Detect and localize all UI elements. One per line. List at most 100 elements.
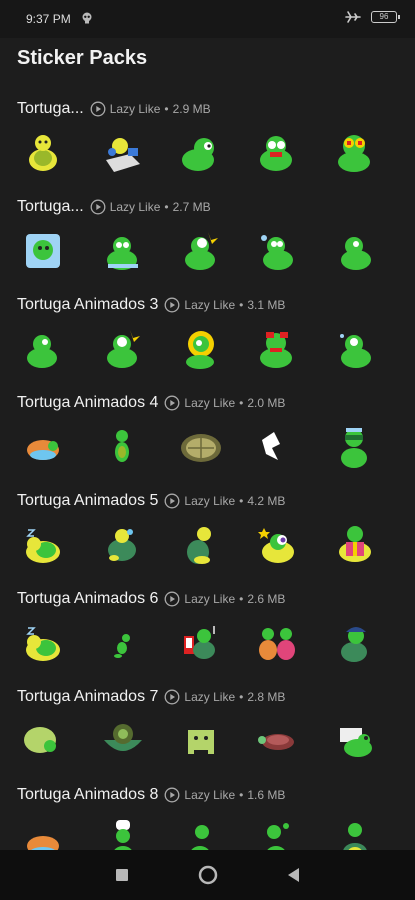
sticker-turtle-music — [184, 626, 215, 659]
pack-size: 2.0 MB — [247, 396, 286, 410]
square-icon[interactable] — [111, 864, 133, 886]
sticker-turtle-shell-orange — [27, 836, 59, 850]
airplane-icon — [345, 11, 361, 23]
sticker-turtle-sitting — [29, 135, 57, 171]
pack-name: Tortuga Animados 4 — [17, 394, 159, 411]
play-circle-icon — [164, 689, 180, 705]
sticker-turtle-tiny — [114, 634, 130, 658]
sticker-tray — [0, 228, 415, 278]
pack-size: 4.2 MB — [247, 494, 286, 508]
sticker-tray — [0, 522, 415, 572]
sticker-pack-list[interactable]: Tortuga... Lazy Like • 2.9 MB Tortuga...… — [0, 90, 415, 850]
sticker-white-shape — [262, 432, 280, 460]
pack-header: Tortuga Animados 3 Lazy Like • 3.1 MB — [17, 294, 285, 316]
system-navigation-bar — [0, 850, 415, 900]
sticker-turtle-sunglasses — [341, 428, 367, 468]
pack-name: Tortuga Animados 8 — [17, 786, 159, 803]
sticker-pack-row[interactable]: Tortuga Animados 7 Lazy Like • 2.8 MB — [0, 678, 415, 776]
pack-size: 2.9 MB — [172, 102, 211, 116]
play-circle-icon — [164, 493, 180, 509]
page-title: Sticker Packs — [17, 47, 148, 69]
sticker-turtle-dizzy — [261, 235, 293, 270]
pack-author: Lazy Like — [184, 298, 236, 312]
sticker-turtle-wave — [267, 823, 289, 850]
sticker-tray — [0, 718, 415, 768]
pack-header: Tortuga Animados 7 Lazy Like • 2.8 MB — [17, 686, 285, 708]
pack-size: 1.6 MB — [247, 788, 286, 802]
sticker-turtle-shell-red — [258, 734, 294, 750]
pack-name: Tortuga Animados 3 — [17, 296, 159, 313]
sticker-turtle-note — [340, 728, 372, 757]
sticker-turtle-starburst — [107, 330, 140, 368]
sticker-turtle-frozen — [26, 234, 60, 268]
sticker-pack-row[interactable]: Tortuga Animados 6 Lazy Like • 2.6 MB — [0, 580, 415, 678]
triangle-back-icon[interactable] — [283, 864, 305, 886]
sticker-tray — [0, 130, 415, 180]
sticker-turtle-cold — [107, 237, 138, 270]
pack-name: Tortuga Animados 5 — [17, 492, 159, 509]
sticker-turtle-shell-orange — [27, 440, 59, 460]
pack-author: Lazy Like — [184, 592, 236, 606]
sticker-tray — [0, 816, 415, 850]
sticker-pack-row[interactable]: Tortuga Animados 5 Lazy Like • 4.2 MB — [0, 482, 415, 580]
sticker-tray — [0, 326, 415, 376]
sticker-turtle-walk — [187, 527, 211, 564]
pack-author: Lazy Like — [109, 200, 161, 214]
meta-separator: • — [239, 494, 244, 508]
sticker-turtle-laptop — [106, 138, 140, 172]
sticker-turtle-angry — [260, 332, 292, 368]
sticker-pack-row[interactable]: Tortuga Animados 4 Lazy Like • 2.0 MB — [0, 384, 415, 482]
pack-size: 3.1 MB — [247, 298, 286, 312]
pack-header: Tortuga... Lazy Like • 2.9 MB — [17, 98, 211, 120]
sticker-turtle-money-eyes — [338, 135, 370, 172]
meta-separator: • — [239, 396, 244, 410]
play-circle-icon — [164, 297, 180, 313]
sticker-turtle-small — [115, 430, 129, 462]
meta-separator: • — [239, 788, 244, 802]
pack-name: Tortuga Animados 7 — [17, 688, 159, 705]
sticker-turtle-bowl — [104, 724, 142, 751]
pack-header: Tortuga Animados 6 Lazy Like • 2.6 MB — [17, 588, 285, 610]
sticker-turtle-cap — [341, 627, 367, 662]
skull-icon — [82, 12, 92, 24]
sticker-turtle-sleepy — [26, 627, 60, 661]
pack-author: Lazy Like — [184, 690, 236, 704]
pack-author: Lazy Like — [184, 494, 236, 508]
sticker-pack-row[interactable]: Tortuga Animados 3 Lazy Like • 3.1 MB — [0, 286, 415, 384]
sticker-turtle-sleepy — [26, 529, 60, 563]
pack-author: Lazy Like — [184, 396, 236, 410]
pack-header: Tortuga Animados 8 Lazy Like • 1.6 MB — [17, 784, 285, 806]
play-circle-icon — [90, 199, 106, 215]
play-circle-icon — [164, 591, 180, 607]
sticker-pack-row[interactable]: Tortuga... Lazy Like • 2.7 MB — [0, 188, 415, 286]
play-circle-icon — [90, 101, 106, 117]
meta-separator: • — [164, 102, 169, 116]
sticker-turtle-shell — [181, 434, 221, 462]
pack-size: 2.6 MB — [247, 592, 286, 606]
sticker-turtle-big-eyes — [258, 528, 294, 563]
sticker-pack-row[interactable]: Tortuga Animados 8 Lazy Like • 1.6 MB — [0, 776, 415, 850]
sticker-pack-row[interactable]: Tortuga... Lazy Like • 2.9 MB — [0, 90, 415, 188]
battery-level: 96 — [379, 12, 389, 21]
pack-name: Tortuga... — [17, 198, 84, 215]
meta-separator: • — [164, 200, 169, 214]
sticker-turtle-shocked — [260, 136, 292, 171]
sticker-turtle-chef — [114, 820, 132, 850]
meta-separator: • — [239, 298, 244, 312]
sticker-turtle-sparkle — [340, 334, 371, 368]
sticker-tray — [0, 424, 415, 474]
sticker-turtle-back — [343, 823, 367, 850]
pack-name: Tortuga Animados 6 — [17, 590, 159, 607]
pack-header: Tortuga Animados 4 Lazy Like • 2.0 MB — [17, 392, 285, 414]
circle-icon[interactable] — [197, 864, 219, 886]
sticker-turtle-starburst — [185, 232, 218, 270]
sticker-turtle-block — [188, 730, 214, 754]
battery-icon: 96 — [371, 11, 400, 23]
pack-name: Tortuga... — [17, 100, 84, 117]
sticker-turtle-sun — [186, 331, 214, 369]
sticker-tray — [0, 620, 415, 670]
sticker-turtles-friends — [259, 628, 295, 660]
sticker-turtle-green — [182, 138, 214, 171]
pack-size: 2.7 MB — [172, 200, 211, 214]
sticker-turtle-stand — [191, 825, 209, 850]
